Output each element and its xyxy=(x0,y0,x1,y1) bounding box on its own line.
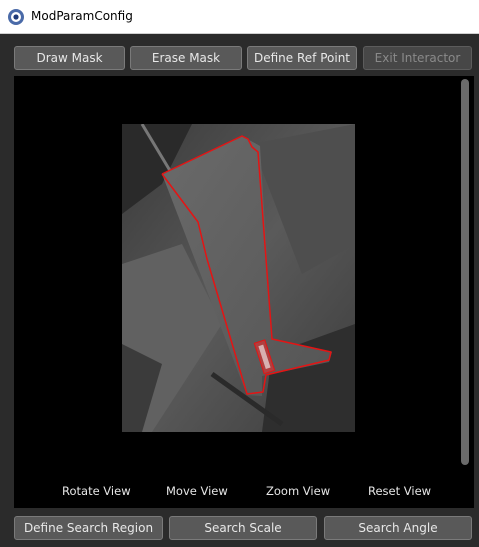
search-angle-button[interactable]: Search Angle xyxy=(324,516,472,540)
app-icon xyxy=(8,9,24,25)
vertical-scrollbar[interactable] xyxy=(461,79,469,465)
zoom-view-control[interactable]: Zoom View xyxy=(266,484,330,498)
move-view-control[interactable]: Move View xyxy=(166,484,228,498)
title-bar: ModParamConfig xyxy=(0,0,479,34)
define-search-region-button[interactable]: Define Search Region xyxy=(14,516,163,540)
exit-interactor-button[interactable]: Exit Interactor xyxy=(363,46,472,70)
camera-image[interactable] xyxy=(122,124,355,432)
erase-mask-button[interactable]: Erase Mask xyxy=(130,46,242,70)
reset-view-control[interactable]: Reset View xyxy=(368,484,431,498)
define-ref-point-button[interactable]: Define Ref Point xyxy=(247,46,357,70)
search-scale-button[interactable]: Search Scale xyxy=(169,516,317,540)
window-title: ModParamConfig xyxy=(31,9,133,23)
rotate-view-control[interactable]: Rotate View xyxy=(62,484,131,498)
draw-mask-button[interactable]: Draw Mask xyxy=(14,46,125,70)
